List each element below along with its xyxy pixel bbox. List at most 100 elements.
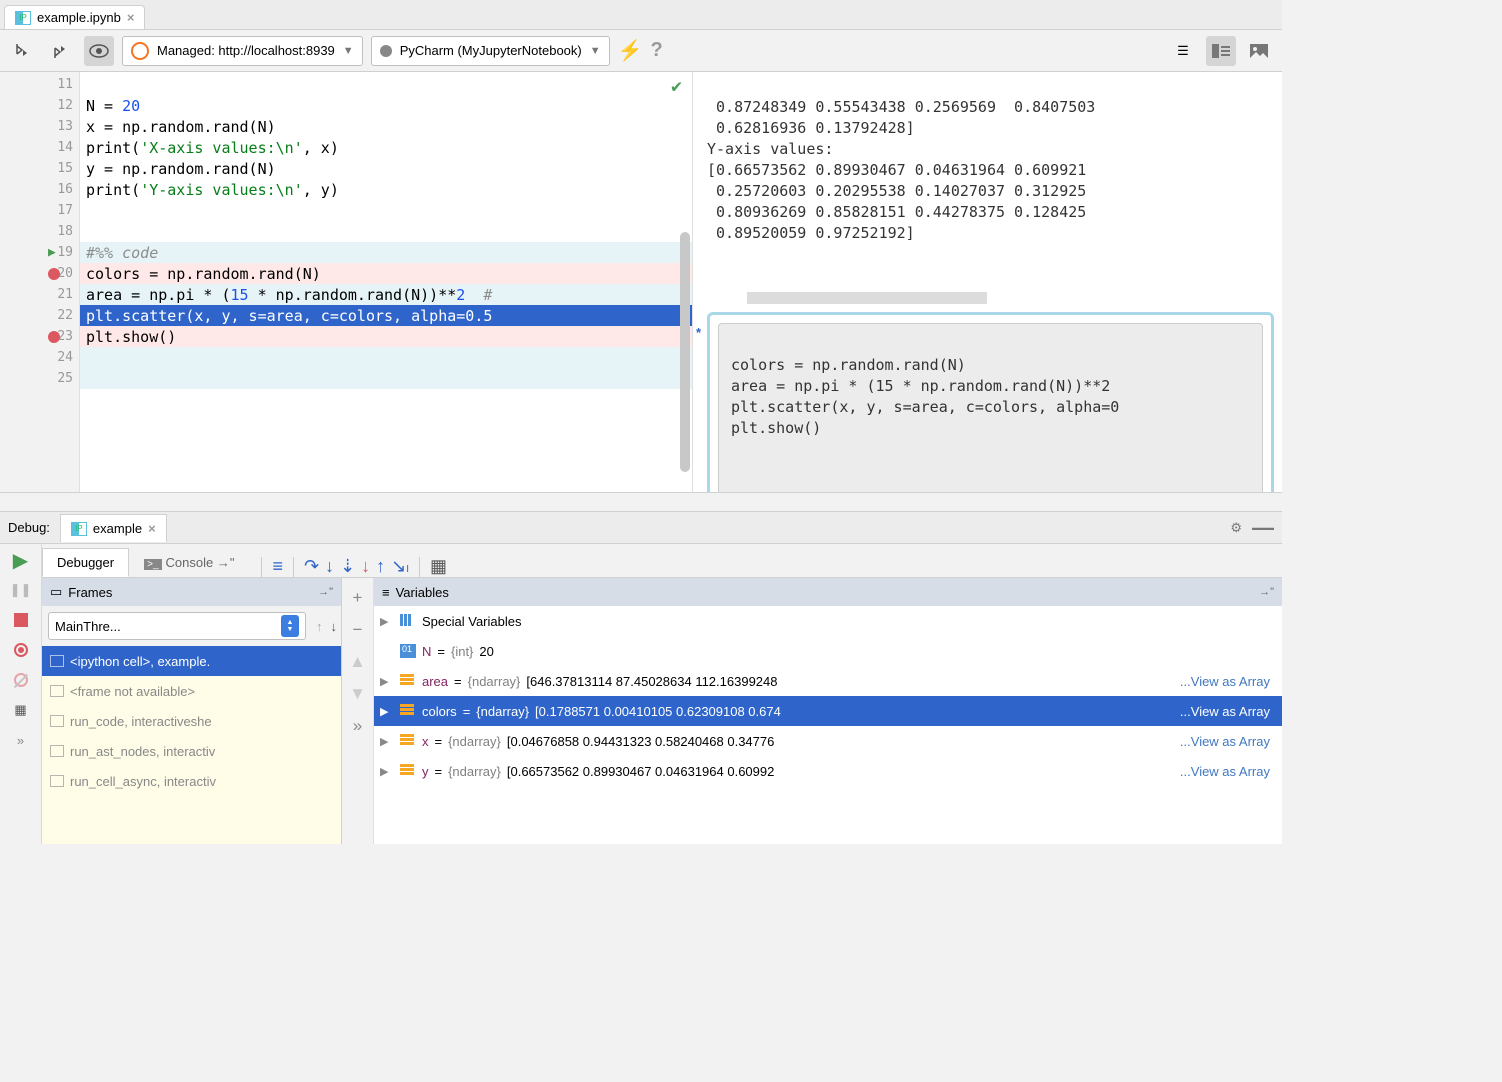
file-tab-label: example.ipynb <box>37 10 121 25</box>
code-editor[interactable]: ✔ N = 20 x = np.random.rand(N) print('X-… <box>80 72 692 492</box>
line-number: 12 <box>0 95 79 116</box>
frame-icon <box>50 655 64 667</box>
line-number: 14 <box>0 137 79 158</box>
line-number: 13 <box>0 116 79 137</box>
expand-icon[interactable]: ▶ <box>380 615 394 628</box>
step-over-icon[interactable]: ↷ <box>304 556 319 577</box>
mute-breakpoints-icon[interactable] <box>11 670 31 690</box>
remove-watch-icon[interactable]: − <box>353 620 363 640</box>
view-list-icon[interactable]: ☰ <box>1168 36 1198 66</box>
variables-list[interactable]: ▶Special Variables 01N = {int} 20 ▶area … <box>374 606 1282 844</box>
kernel-label: PyCharm (MyJupyterNotebook) <box>400 43 582 58</box>
close-icon[interactable]: × <box>148 521 156 536</box>
debug-title: Debug: <box>8 520 50 535</box>
frame-up-icon[interactable]: ↑ <box>312 619 327 634</box>
resume-icon[interactable]: ▶ <box>11 550 31 570</box>
frame-item[interactable]: run_code, interactiveshe <box>42 706 341 736</box>
run-cell-below-icon[interactable] <box>8 36 38 66</box>
output-preview-panel[interactable]: 0.87248349 0.55543438 0.2569569 0.840750… <box>692 72 1282 492</box>
pin-icon[interactable]: →" <box>318 586 333 598</box>
breakpoint-icon[interactable] <box>48 331 60 343</box>
expand-icon[interactable]: ▶ <box>380 765 394 778</box>
minimize-icon[interactable]: — <box>1252 515 1274 541</box>
var-row[interactable]: ▶y = {ndarray} [0.66573562 0.89930467 0.… <box>374 756 1282 786</box>
more-icon[interactable]: » <box>11 730 31 750</box>
step-into-icon[interactable]: ↓ <box>325 556 334 577</box>
step-out-icon[interactable]: ↑ <box>376 556 385 577</box>
view-as-array-link[interactable]: ...View as Array <box>1180 704 1276 719</box>
server-label: Managed: http://localhost:8939 <box>157 43 335 58</box>
line-number: 21 <box>0 284 79 305</box>
frame-item[interactable]: <ipython cell>, example. <box>42 646 341 676</box>
view-as-array-link[interactable]: ...View as Array <box>1180 764 1276 779</box>
variables-icon: ≡ <box>382 585 390 600</box>
var-row[interactable]: 01N = {int} 20 <box>374 636 1282 666</box>
console-icon: >_ <box>144 559 161 570</box>
debug-session-tab[interactable]: IP example × <box>60 514 167 542</box>
tab-debugger[interactable]: Debugger <box>42 548 129 577</box>
view-image-icon[interactable] <box>1244 36 1274 66</box>
run-to-cursor-icon[interactable]: ↘I <box>391 556 409 577</box>
notebook-toolbar: Managed: http://localhost:8939 ▼ PyCharm… <box>0 30 1282 72</box>
line-number: 17 <box>0 200 79 221</box>
layout-icon[interactable]: ▦ <box>11 700 31 720</box>
current-execution-line: plt.scatter(x, y, s=area, c=colors, alph… <box>80 305 692 326</box>
evaluate-expression-icon[interactable]: ▦ <box>430 556 447 577</box>
gear-icon[interactable]: ⚙ <box>1230 520 1242 536</box>
close-icon[interactable]: × <box>127 10 135 25</box>
pause-icon[interactable]: ❚❚ <box>11 580 31 600</box>
variables-panel: ≡ Variables →" ▶Special Variables 01N = … <box>374 578 1282 844</box>
var-row[interactable]: ▶colors = {ndarray} [0.1788571 0.0041010… <box>374 696 1282 726</box>
frame-item[interactable]: run_ast_nodes, interactiv <box>42 736 341 766</box>
ndarray-icon <box>400 764 416 778</box>
var-row[interactable]: ▶Special Variables <box>374 606 1282 636</box>
view-split-icon[interactable] <box>1206 36 1236 66</box>
expand-icon[interactable]: ▶ <box>380 675 394 688</box>
thread-label: MainThre... <box>55 619 121 634</box>
var-row[interactable]: ▶area = {ndarray} [646.37813114 87.45028… <box>374 666 1282 696</box>
kernel-selector[interactable]: PyCharm (MyJupyterNotebook) ▼ <box>371 36 610 66</box>
line-number: 25 <box>0 368 79 389</box>
view-breakpoints-icon[interactable] <box>11 640 31 660</box>
ndarray-icon <box>400 704 416 718</box>
more-icon[interactable]: » <box>353 716 362 736</box>
help-icon[interactable]: ? <box>651 39 663 62</box>
show-execution-point-icon[interactable]: ≡ <box>272 556 283 577</box>
stop-icon[interactable] <box>11 610 31 630</box>
add-watch-icon[interactable]: + <box>353 588 363 608</box>
view-as-array-link[interactable]: ...View as Array <box>1180 674 1276 689</box>
ndarray-icon <box>400 674 416 688</box>
pin-icon[interactable]: →" <box>1259 586 1274 598</box>
run-cell-icon[interactable]: ▶ <box>48 245 56 260</box>
tab-console[interactable]: >_Console →" <box>129 548 249 577</box>
frame-item[interactable]: <frame not available> <box>42 676 341 706</box>
gutter[interactable]: 11 12 13 14 15 16 17 18 ▶19 20 21 22 23 … <box>0 72 80 492</box>
debug-toolwindow: ▶ ❚❚ ▦ » Debugger >_Console →" ≡ ↷ ↓ ⇣ ↓… <box>0 544 1282 844</box>
file-tab[interactable]: IP example.ipynb × <box>4 5 145 29</box>
frames-list[interactable]: <ipython cell>, example. <frame not avai… <box>42 646 341 844</box>
up-icon[interactable]: ▲ <box>349 652 366 672</box>
breakpoint-icon[interactable] <box>48 268 60 280</box>
frame-item[interactable]: run_cell_async, interactiv <box>42 766 341 796</box>
preview-toggle-icon[interactable] <box>84 36 114 66</box>
stepper-icon[interactable]: ▲▼ <box>281 615 299 637</box>
expand-icon[interactable]: ▶ <box>380 735 394 748</box>
bolt-icon[interactable]: ⚡ <box>618 38 643 63</box>
view-as-array-link[interactable]: ...View as Array <box>1180 734 1276 749</box>
run-cell-above-icon[interactable] <box>46 36 76 66</box>
split-divider[interactable] <box>0 492 1282 512</box>
thread-selector[interactable]: MainThre... ▲▼ <box>48 612 306 640</box>
expand-icon[interactable]: ▶ <box>380 705 394 718</box>
vertical-scrollbar[interactable] <box>680 232 690 472</box>
step-into-my-code-icon[interactable]: ⇣ <box>340 556 355 577</box>
frame-icon <box>50 685 64 697</box>
frame-down-icon[interactable]: ↓ <box>327 619 342 634</box>
server-selector[interactable]: Managed: http://localhost:8939 ▼ <box>122 36 363 66</box>
horizontal-scrollbar[interactable] <box>747 292 987 304</box>
frames-panel: ▭ Frames →" MainThre... ▲▼ ↑ ↓ <ipython … <box>42 578 342 844</box>
variables-title: Variables <box>396 585 449 600</box>
var-row[interactable]: ▶x = {ndarray} [0.04676858 0.94431323 0.… <box>374 726 1282 756</box>
down-icon[interactable]: ▼ <box>349 684 366 704</box>
force-step-into-icon[interactable]: ↓ <box>361 556 370 577</box>
special-vars-icon <box>400 614 416 628</box>
